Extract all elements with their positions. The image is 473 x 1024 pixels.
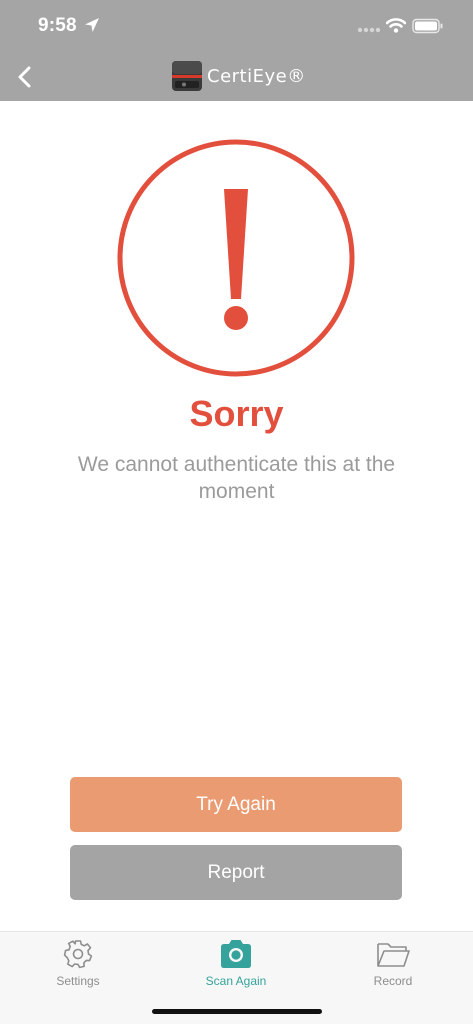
certieye-logo-icon (172, 61, 202, 91)
error-message: We cannot authenticate this at the momen… (77, 453, 396, 503)
gear-icon (63, 940, 93, 969)
back-button[interactable] (12, 62, 38, 92)
error-title: Sorry (189, 393, 284, 434)
brand-name: CertiEye® (207, 65, 306, 87)
report-button[interactable]: Report (70, 845, 402, 900)
tab-settings[interactable]: Settings (23, 938, 133, 998)
top-header: 9:58 CertiEye® (0, 0, 473, 101)
brand: CertiEye® (172, 60, 306, 92)
battery-icon (412, 18, 443, 34)
tab-record[interactable]: Record (338, 938, 448, 998)
wifi-icon (386, 18, 406, 33)
chevron-left-icon (18, 66, 31, 88)
tab-scan-again-label: Scan Again (205, 974, 267, 988)
exclamation-circle-icon (117, 139, 355, 377)
tab-scan-again[interactable]: Scan Again (181, 938, 291, 998)
try-again-button[interactable]: Try Again (70, 777, 402, 832)
location-arrow-icon (85, 18, 99, 32)
folder-open-icon (377, 943, 410, 967)
tab-settings-label: Settings (56, 974, 100, 988)
tab-record-label: Record (373, 974, 413, 988)
status-time: 9:58 (38, 15, 77, 36)
cellular-signal-icon (357, 27, 381, 33)
home-indicator (152, 1009, 322, 1014)
camera-icon (221, 940, 251, 968)
